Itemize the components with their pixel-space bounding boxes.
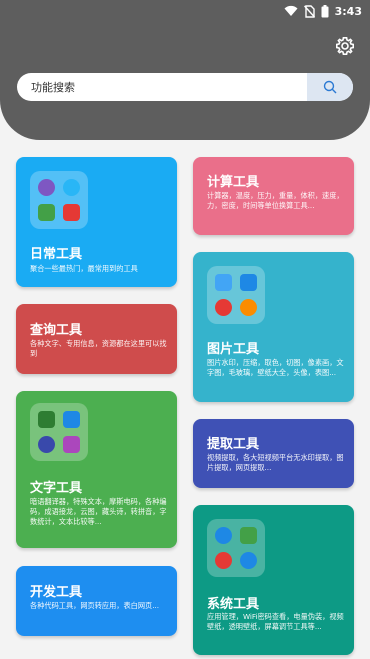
search-icon <box>323 80 337 94</box>
header <box>0 0 370 140</box>
card-text-tools[interactable]: 文字工具 暗语翻译器，特殊文本，摩斯电码，各种编码，成语接龙，云图，藏头诗，转拼… <box>16 391 177 548</box>
card-description: 图片水印，压缩，取色，切图，像素画，文字图，毛玻璃，壁纸大全，头像，表图... <box>207 358 344 377</box>
card-title: 日常工具 <box>30 247 83 262</box>
flower-icon <box>240 299 258 317</box>
card-query-tools[interactable]: 查询工具 各种文字、专用信息，资源都在这里可以找到 <box>16 304 177 374</box>
search-input[interactable] <box>17 73 307 101</box>
text-icon-group <box>30 403 88 461</box>
document-search-icon <box>37 204 55 222</box>
system-icon-group <box>207 519 265 577</box>
card-image-tools[interactable]: 图片工具 图片水印，压缩，取色，切图，像素画，文字图，毛玻璃，壁纸大全，头像，表… <box>193 252 354 402</box>
list-icon <box>37 410 55 428</box>
image-icon-group <box>207 266 265 324</box>
percent-icon <box>214 552 232 570</box>
card-description: 各种文字、专用信息，资源都在这里可以找到 <box>30 339 167 358</box>
settings-icon <box>240 552 258 570</box>
card-title: 计算工具 <box>207 175 260 190</box>
card-description: 视频提取，各大短视频平台无水印提取，图片提取，网页提取... <box>207 453 344 472</box>
card-title: 开发工具 <box>30 585 83 600</box>
card-title: 文字工具 <box>30 481 83 496</box>
card-description: 暗语翻译器，特殊文本，摩斯电码，各种编码，成语接龙，云图，藏头诗，转拼音，字数统… <box>30 497 167 526</box>
card-title: 提取工具 <box>207 437 260 452</box>
info-icon <box>214 526 232 544</box>
card-description: 计算器，温度，压力，重量，体积，速度，力，密度，时间等单位换算工具... <box>207 191 344 210</box>
card-title: 系统工具 <box>207 597 260 612</box>
status-time: 3:43 <box>334 4 362 18</box>
card-title: 查询工具 <box>30 323 83 338</box>
file-icon <box>63 410 81 428</box>
status-bar: 3:43 <box>284 3 362 19</box>
card-system-tools[interactable]: 系统工具 应用管理，WiFi密码查看，电量伪装，视频壁纸，透明壁纸，屏幕调节工具… <box>193 505 354 655</box>
image-icon <box>240 273 258 291</box>
card-description: 聚合一些最热门，最常用到的工具 <box>30 264 138 273</box>
print-icon <box>63 436 81 454</box>
wifi-icon <box>284 5 298 16</box>
palette-icon <box>214 299 232 317</box>
search-bar <box>17 73 353 101</box>
card-title: 图片工具 <box>207 342 260 357</box>
camera-icon <box>214 273 232 291</box>
daily-icon-group <box>30 171 88 229</box>
card-daily-tools[interactable]: 日常工具 聚合一些最热门，最常用到的工具 <box>16 157 177 287</box>
card-dev-tools[interactable]: 开发工具 各种代码工具，网页转应用，表白网页... <box>16 566 177 636</box>
battery-icon <box>321 4 329 17</box>
search-button[interactable] <box>307 73 353 101</box>
monitor-icon <box>63 204 81 222</box>
grid-icon <box>63 178 81 196</box>
card-calculation-tools[interactable]: 计算工具 计算器，温度，压力，重量，体积，速度，力，密度，时间等单位换算工具..… <box>193 157 354 235</box>
settings-gear-icon[interactable] <box>335 36 355 56</box>
card-extract-tools[interactable]: 提取工具 视频提取，各大短视频平台无水印提取，图片提取，网页提取... <box>193 419 354 488</box>
star-icon <box>37 178 55 196</box>
graduation-cap-icon <box>37 436 55 454</box>
no-sim-icon <box>303 4 315 18</box>
card-description: 各种代码工具，网页转应用，表白网页... <box>30 601 160 610</box>
card-description: 应用管理，WiFi密码查看，电量伪装，视频壁纸，透明壁纸，屏幕调节工具等... <box>207 612 344 631</box>
shield-icon <box>240 526 258 544</box>
